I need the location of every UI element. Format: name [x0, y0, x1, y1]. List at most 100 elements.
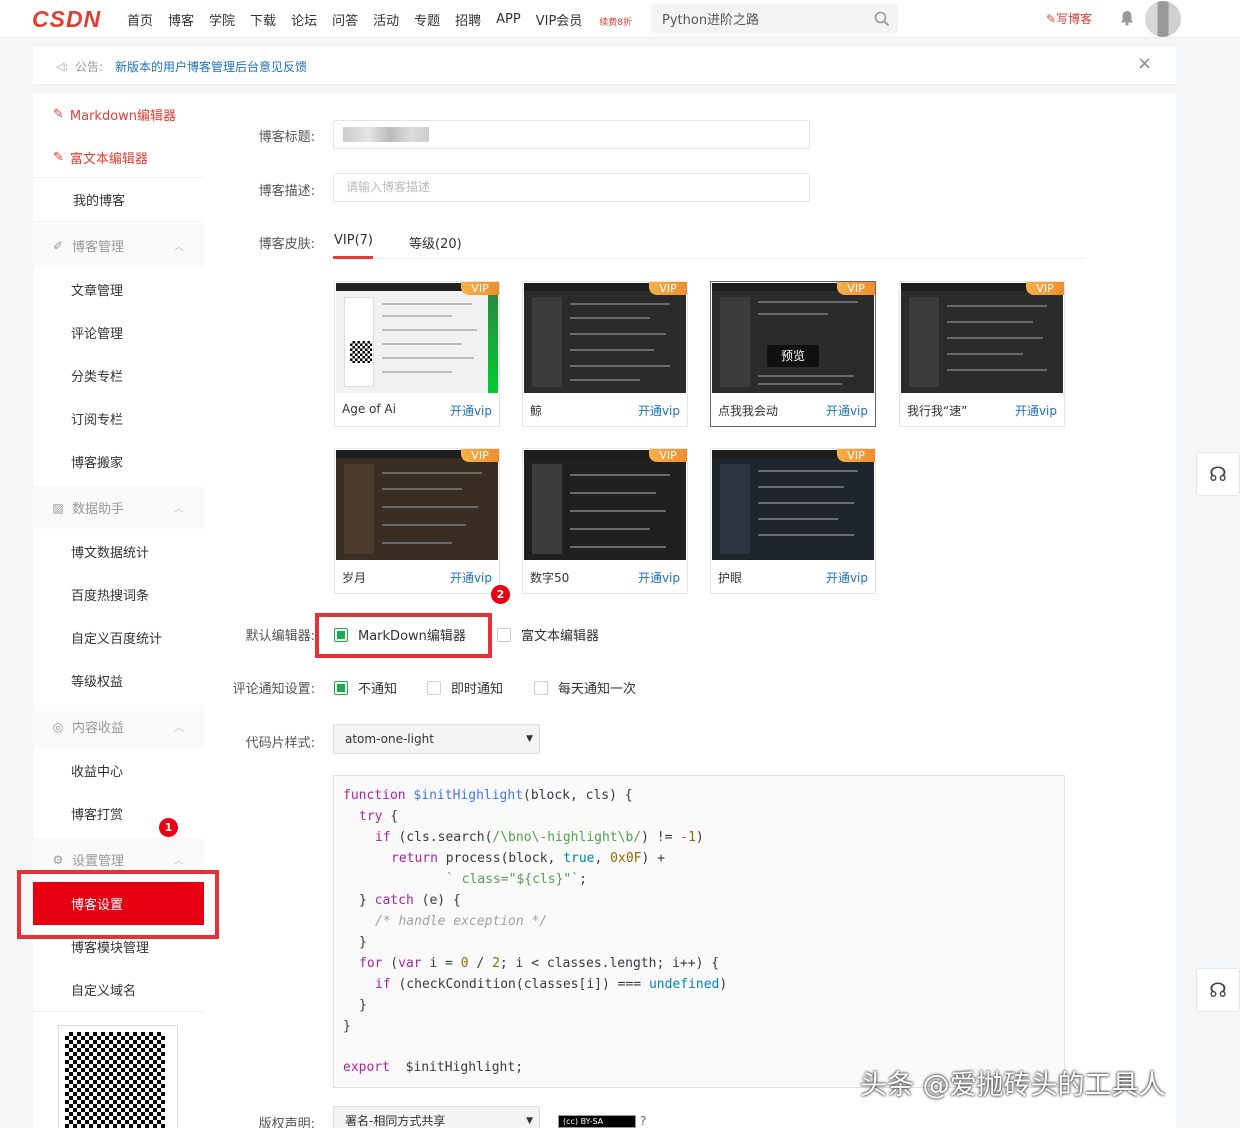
nav-events[interactable]: 活动	[373, 10, 399, 29]
open-vip-link[interactable]: 开通vip	[638, 402, 680, 419]
select-value: 署名-相同方式共享	[345, 1114, 446, 1128]
sidebar-item-migrate[interactable]: 博客搬家	[33, 440, 204, 483]
code-token: ` class="${cls}"`	[446, 872, 580, 887]
nav-blog[interactable]: 博客	[168, 10, 194, 29]
bell-icon[interactable]	[1120, 10, 1134, 30]
pen-icon: ✎	[53, 150, 64, 165]
skin-name: 我行我“速”	[907, 404, 968, 418]
skin-card[interactable]: VIP 数字50 开通vip	[522, 448, 688, 594]
open-vip-link[interactable]: 开通vip	[638, 569, 680, 586]
gear-icon: ⚙	[52, 852, 64, 867]
tab-level-skins[interactable]: 等级(20)	[409, 233, 462, 252]
csdn-logo[interactable]: CSDN	[32, 6, 101, 33]
open-vip-link[interactable]: 开通vip	[826, 569, 868, 586]
chevron-up-icon: ︿	[174, 856, 184, 867]
code-token: )	[695, 830, 704, 845]
search-icon[interactable]	[874, 11, 890, 31]
comment-notify-label: 评论通知设置:	[232, 682, 315, 697]
code-token: catch	[374, 893, 414, 908]
help-icon[interactable]: ?	[640, 1114, 646, 1128]
skin-card-selected[interactable]: 预览 VIP 点我我会动 开通vip	[710, 281, 876, 427]
skin-card[interactable]: VIP 鲸 开通vip	[522, 281, 688, 427]
sidebar-item-articles[interactable]: 文章管理	[33, 268, 204, 311]
default-editor-label: 默认编辑器:	[245, 629, 315, 644]
section-title: 数据助手	[72, 502, 125, 517]
sidebar-item-custom-domain[interactable]: 自定义域名	[33, 968, 204, 1011]
editor-option-markdown[interactable]: MarkDown编辑器	[334, 625, 466, 644]
code-token: /	[468, 956, 493, 971]
avatar[interactable]	[1145, 1, 1181, 37]
sidebar-item-subscriptions[interactable]: 订阅专栏	[33, 397, 204, 440]
skin-name: 岁月	[342, 571, 367, 585]
sidebar-richtext-editor[interactable]: ✎ 富文本编辑器	[33, 136, 204, 179]
code-token: )	[719, 977, 728, 992]
checkbox[interactable]	[534, 680, 548, 695]
sidebar-item-baidu-stats[interactable]: 自定义百度统计	[33, 616, 204, 659]
dropdown-arrow-icon: ▼	[526, 1116, 533, 1126]
skin-card[interactable]: VIP 护眼 开通vip	[710, 448, 876, 594]
checkbox[interactable]	[427, 680, 441, 695]
sidebar-section-income[interactable]: ◎ 内容收益 ︿	[33, 705, 204, 748]
open-vip-link[interactable]: 开通vip	[450, 402, 492, 419]
sidebar-item-categories[interactable]: 分类专栏	[33, 354, 204, 397]
option-label: 即时通知	[451, 682, 504, 697]
sidebar-my-blog[interactable]: 我的博客	[33, 178, 204, 221]
copyright-select[interactable]: 署名-相同方式共享 ▼	[333, 1106, 540, 1128]
nav-download[interactable]: 下载	[250, 10, 276, 29]
nav-forum[interactable]: 论坛	[291, 10, 317, 29]
customer-service-icon[interactable]: ☊	[1196, 452, 1240, 496]
open-vip-link[interactable]: 开通vip	[826, 402, 868, 419]
checkbox-checked[interactable]	[334, 680, 348, 695]
sidebar-section-blog-manage[interactable]: ✐ 博客管理 ︿	[33, 224, 204, 267]
code-token: /* handle exception */	[375, 914, 548, 929]
blog-desc-input[interactable]: 请输入博客描述	[333, 173, 810, 202]
nav-vip[interactable]: VIP会员 续费8折	[536, 10, 647, 29]
announcement-link[interactable]: 新版本的用户博客管理后台意见反馈	[115, 58, 307, 75]
search-input[interactable]	[651, 4, 861, 33]
skin-card[interactable]: VIP Age of Ai 开通vip	[334, 281, 500, 427]
pen-icon: ✎	[53, 107, 64, 122]
nav-qa[interactable]: 问答	[332, 10, 358, 29]
open-vip-link[interactable]: 开通vip	[450, 569, 492, 586]
customer-service-icon[interactable]: ☊	[1196, 968, 1240, 1012]
checkbox-checked[interactable]	[334, 627, 348, 642]
skin-card[interactable]: VIP 岁月 开通vip	[334, 448, 500, 594]
nav-jobs[interactable]: 招聘	[455, 10, 481, 29]
sidebar-item-comments[interactable]: 评论管理	[33, 311, 204, 354]
nav-home[interactable]: 首页	[127, 10, 153, 29]
sidebar-item-tips[interactable]: 博客打赏	[33, 792, 204, 835]
code-token: ) !=	[641, 830, 681, 845]
nav-app[interactable]: APP	[496, 12, 521, 27]
skin-thumbnail	[524, 450, 686, 560]
preview-button[interactable]: 预览	[767, 345, 819, 367]
code-token: export	[343, 1060, 390, 1075]
sidebar-item-income-center[interactable]: 收益中心	[33, 749, 204, 792]
write-blog-button[interactable]: ✎写博客	[1046, 10, 1092, 27]
sidebar-section-data[interactable]: ▨ 数据助手 ︿	[33, 486, 204, 529]
skin-thumbnail	[712, 450, 874, 560]
code-token: var	[398, 956, 422, 971]
tab-vip-skins[interactable]: VIP(7)	[334, 233, 373, 248]
sidebar-item-label: Markdown编辑器	[69, 109, 177, 124]
skin-name: Age of Ai	[342, 402, 396, 416]
code-token: try	[359, 809, 383, 824]
coin-icon: ◎	[52, 719, 64, 734]
open-vip-link[interactable]: 开通vip	[1015, 402, 1057, 419]
skin-card[interactable]: VIP 我行我“速” 开通vip	[899, 281, 1065, 427]
sidebar-item-baidu-hot[interactable]: 百度热搜词条	[33, 573, 204, 616]
code-style-select[interactable]: atom-one-light ▼	[333, 724, 540, 754]
checkbox[interactable]	[497, 627, 511, 642]
speaker-icon: ◁:	[56, 60, 69, 73]
sidebar-item-stats[interactable]: 博文数据统计	[33, 530, 204, 573]
nav-academy[interactable]: 学院	[209, 10, 235, 29]
sidebar-markdown-editor[interactable]: ✎ Markdown编辑器	[33, 93, 204, 136]
notify-option-instant[interactable]: 即时通知	[427, 678, 503, 697]
notify-option-daily[interactable]: 每天通知一次	[534, 678, 636, 697]
skin-thumbnail	[524, 283, 686, 393]
notify-option-none[interactable]: 不通知	[334, 678, 397, 697]
vip-badge: VIP	[837, 282, 875, 295]
sidebar-item-level[interactable]: 等级权益	[33, 659, 204, 702]
close-icon[interactable]: ×	[1137, 53, 1152, 74]
editor-option-richtext[interactable]: 富文本编辑器	[497, 625, 599, 644]
nav-topics[interactable]: 专题	[414, 10, 440, 29]
